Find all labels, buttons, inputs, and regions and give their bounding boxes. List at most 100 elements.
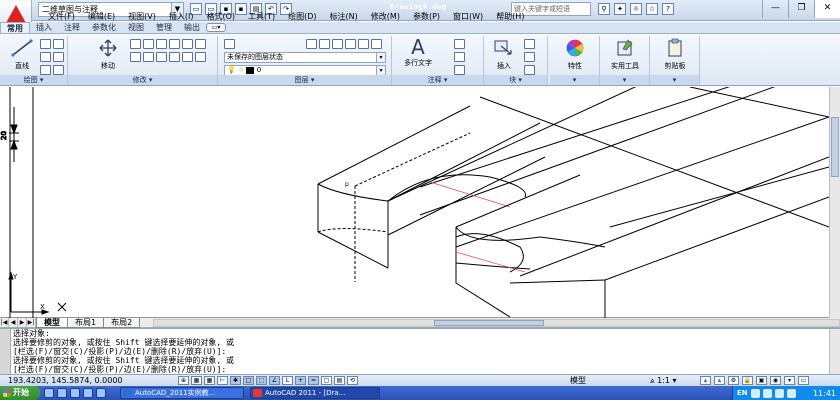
tab-output[interactable]: 输出: [178, 22, 206, 33]
last-layout-icon[interactable]: ▶|: [27, 318, 36, 327]
layer-off-icon[interactable]: [371, 39, 382, 49]
menu-window[interactable]: 窗口(W): [447, 11, 490, 22]
linear-dimension-icon[interactable]: [454, 39, 465, 49]
menu-dimension[interactable]: 标注(N): [324, 11, 365, 22]
vertical-scroll-thumb[interactable]: [831, 117, 839, 177]
command-prompt-line[interactable]: [栏选(F)/窗交(C)/投影(P)/边(E)/删除(R)/放弃(U)]:: [13, 365, 226, 374]
menu-draw[interactable]: 绘图(D): [282, 11, 323, 22]
prev-layout-icon[interactable]: ◀: [9, 318, 18, 327]
autocad-quick-icon[interactable]: [96, 388, 106, 398]
circle-icon[interactable]: [53, 39, 64, 49]
stretch-icon[interactable]: [143, 52, 154, 62]
mirror-icon[interactable]: [182, 39, 193, 49]
start-button[interactable]: 开始: [0, 386, 40, 400]
layer-isolate-icon[interactable]: [332, 39, 343, 49]
grid-icon[interactable]: ▦: [204, 376, 215, 385]
leader-icon[interactable]: [454, 52, 465, 62]
next-layout-icon[interactable]: ▶: [18, 318, 27, 327]
explode-icon[interactable]: [130, 52, 141, 62]
panel-utilities-arrow[interactable]: ▾: [600, 75, 649, 85]
annotation-scale[interactable]: ⩓ 1:1 ▾: [650, 376, 677, 386]
panel-clipboard-arrow[interactable]: ▾: [650, 75, 699, 85]
erase-icon[interactable]: [156, 39, 167, 49]
polar-icon[interactable]: ✱: [230, 376, 241, 385]
annotation-visibility-icon[interactable]: ⩓: [700, 376, 711, 385]
ducs-icon[interactable]: L: [282, 376, 293, 385]
table-icon[interactable]: [454, 65, 465, 75]
panel-properties-arrow[interactable]: ▾: [550, 75, 599, 85]
horizontal-scroll-thumb[interactable]: [434, 319, 545, 326]
layer-state-dropdown[interactable]: 未保存的图层状态 ▾: [224, 52, 386, 63]
taskbar-item-autocad[interactable]: AutoCAD 2011 - [Dra...: [250, 387, 380, 399]
multiline-text-button[interactable]: A 多行文字: [398, 37, 438, 68]
command-window-grip[interactable]: [0, 329, 11, 375]
first-layout-icon[interactable]: |◀: [0, 318, 9, 327]
panel-annotation-label[interactable]: 注释 ▾: [392, 75, 483, 85]
tab-insert[interactable]: 插入: [30, 22, 58, 33]
offset-icon[interactable]: [182, 52, 193, 62]
tab-annotate[interactable]: 注释: [58, 22, 86, 33]
chevron-down-icon[interactable]: ▾: [376, 53, 385, 62]
browser-icon[interactable]: [57, 388, 67, 398]
snap-icon[interactable]: ▦: [191, 376, 202, 385]
explorer-icon[interactable]: [70, 388, 80, 398]
dyn-input-icon[interactable]: +: [295, 376, 306, 385]
volume-icon[interactable]: [762, 388, 772, 398]
move-tool-button[interactable]: 移动: [88, 38, 128, 71]
tab-home[interactable]: 常用: [0, 22, 30, 33]
selection-cycling-icon[interactable]: ⟲: [347, 376, 358, 385]
drawing-canvas[interactable]: 20 Y X p: [0, 56, 840, 318]
language-indicator[interactable]: EN: [737, 389, 748, 397]
chevron-down-icon[interactable]: ▾: [376, 66, 385, 75]
tab-layout2[interactable]: 布局2: [103, 317, 141, 328]
panel-layers-label[interactable]: 图层 ▾: [218, 75, 391, 85]
lock-icon[interactable]: 🔒: [742, 376, 753, 385]
insert-block-button[interactable]: 插入: [484, 38, 524, 71]
tab-model[interactable]: 模型: [36, 317, 68, 328]
edit-attributes-icon[interactable]: [524, 65, 535, 75]
properties-button[interactable]: 特性: [555, 38, 595, 71]
3d-osnap-icon[interactable]: ⬚: [256, 376, 267, 385]
tab-parametric[interactable]: 参数化: [86, 22, 122, 33]
layer-properties-icon[interactable]: [224, 39, 235, 49]
panel-draw-label[interactable]: 绘图 ▾: [0, 75, 67, 85]
menu-help[interactable]: 帮助(H): [490, 11, 531, 22]
command-window[interactable]: 选择对象: 选择要修剪的对象, 或按住 Shift 键选择要延伸的对象, 或 […: [0, 328, 840, 375]
menu-parametric[interactable]: 参数(P): [407, 11, 447, 22]
tab-view[interactable]: 视图: [122, 22, 150, 33]
command-scrollbar[interactable]: [829, 329, 840, 375]
hatch-icon[interactable]: [53, 65, 64, 75]
ellipse-icon[interactable]: [40, 65, 51, 75]
clean-screen-icon[interactable]: ▭: [798, 376, 809, 385]
security-icon[interactable]: [774, 388, 784, 398]
media-icon[interactable]: [83, 388, 93, 398]
panel-modify-label[interactable]: 修改 ▾: [68, 75, 217, 85]
menu-modify[interactable]: 修改(M): [365, 11, 407, 22]
tab-layout1[interactable]: 布局1: [67, 317, 105, 328]
layer-freeze-icon[interactable]: [358, 39, 369, 49]
layer-previous-icon[interactable]: [319, 39, 330, 49]
model-space-toggle[interactable]: 模型: [570, 376, 586, 386]
clipboard-button[interactable]: 剪贴板: [655, 38, 695, 71]
horizontal-scrollbar[interactable]: [153, 318, 840, 327]
menu-edit[interactable]: 编辑(E): [82, 11, 122, 22]
infer-constraints-icon[interactable]: ⊕: [178, 376, 189, 385]
array-icon[interactable]: [169, 52, 180, 62]
menu-file[interactable]: 文件(F): [42, 11, 82, 22]
menu-tools[interactable]: 工具(T): [242, 11, 282, 22]
menu-insert[interactable]: 插入(I): [163, 11, 201, 22]
polyline-icon[interactable]: [40, 39, 51, 49]
create-block-icon[interactable]: [524, 39, 535, 49]
tab-manage[interactable]: 管理: [150, 22, 178, 33]
show-desktop-icon[interactable]: [44, 388, 54, 398]
copy-icon[interactable]: [169, 39, 180, 49]
otrack-icon[interactable]: ∠: [269, 376, 280, 385]
fillet-icon[interactable]: [195, 39, 206, 49]
hardware-accel-icon[interactable]: ▣: [756, 376, 767, 385]
extend-icon[interactable]: [195, 52, 206, 62]
workspace-switch-icon[interactable]: ⚙: [728, 376, 739, 385]
scale-icon[interactable]: [156, 52, 167, 62]
panel-block-label[interactable]: 块 ▾: [484, 75, 547, 85]
menu-view[interactable]: 视图(V): [122, 11, 163, 22]
layer-unisolate-icon[interactable]: [345, 39, 356, 49]
